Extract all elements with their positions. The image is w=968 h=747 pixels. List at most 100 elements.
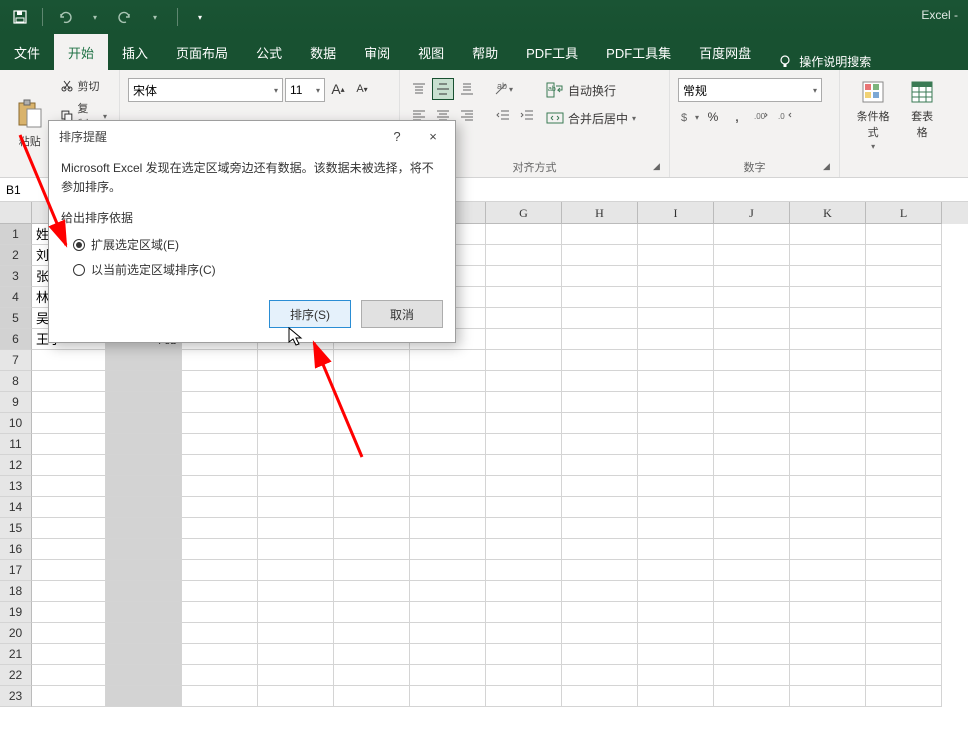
cell[interactable] — [638, 476, 714, 497]
undo-button[interactable] — [53, 5, 77, 29]
cell[interactable] — [562, 665, 638, 686]
cell[interactable] — [258, 455, 334, 476]
cell[interactable] — [866, 665, 942, 686]
cell[interactable] — [866, 287, 942, 308]
cut-button[interactable]: 剪切 — [56, 76, 111, 96]
column-header-J[interactable]: J — [714, 202, 790, 224]
merge-center-button[interactable]: 合并后居中 ▾ — [542, 106, 640, 130]
cell[interactable] — [486, 413, 562, 434]
cell[interactable] — [334, 539, 410, 560]
cell[interactable] — [866, 455, 942, 476]
cell[interactable] — [182, 539, 258, 560]
cell[interactable] — [32, 350, 106, 371]
cell[interactable] — [714, 287, 790, 308]
cell[interactable] — [714, 350, 790, 371]
cell[interactable] — [32, 686, 106, 707]
cell[interactable] — [562, 497, 638, 518]
cell[interactable] — [182, 623, 258, 644]
cell[interactable] — [562, 350, 638, 371]
cell[interactable] — [638, 308, 714, 329]
align-top-button[interactable] — [408, 78, 430, 100]
column-header-I[interactable]: I — [638, 202, 714, 224]
cell[interactable] — [866, 266, 942, 287]
cell[interactable] — [486, 245, 562, 266]
tab-data[interactable]: 数据 — [296, 34, 350, 70]
cell[interactable] — [866, 686, 942, 707]
cell[interactable] — [714, 224, 790, 245]
accounting-format-button[interactable]: $▾ — [678, 106, 700, 128]
cell[interactable] — [486, 329, 562, 350]
cell[interactable] — [258, 665, 334, 686]
number-format-select[interactable]: 常规▾ — [678, 78, 822, 102]
cell[interactable] — [334, 434, 410, 455]
tab-home[interactable]: 开始 — [54, 34, 108, 70]
cell[interactable] — [486, 392, 562, 413]
cell[interactable] — [106, 371, 182, 392]
cell[interactable] — [32, 560, 106, 581]
tab-insert[interactable]: 插入 — [108, 34, 162, 70]
cell[interactable] — [410, 497, 486, 518]
cell[interactable] — [562, 686, 638, 707]
cell[interactable] — [106, 476, 182, 497]
cell[interactable] — [410, 476, 486, 497]
cell[interactable] — [258, 392, 334, 413]
cell[interactable] — [562, 245, 638, 266]
cell[interactable] — [32, 581, 106, 602]
cell[interactable] — [182, 413, 258, 434]
cell[interactable] — [714, 518, 790, 539]
cell[interactable] — [714, 434, 790, 455]
cell[interactable] — [106, 413, 182, 434]
cell[interactable] — [714, 623, 790, 644]
cell[interactable] — [790, 455, 866, 476]
cell[interactable] — [410, 560, 486, 581]
tab-review[interactable]: 审阅 — [350, 34, 404, 70]
row-header[interactable]: 22 — [0, 665, 32, 686]
cell[interactable] — [410, 434, 486, 455]
cell[interactable] — [106, 455, 182, 476]
cell[interactable] — [638, 434, 714, 455]
cell[interactable] — [562, 602, 638, 623]
cell[interactable] — [866, 602, 942, 623]
cell[interactable] — [410, 539, 486, 560]
row-header[interactable]: 23 — [0, 686, 32, 707]
row-header[interactable]: 12 — [0, 455, 32, 476]
row-header[interactable]: 18 — [0, 581, 32, 602]
cell[interactable] — [866, 308, 942, 329]
cell[interactable] — [106, 497, 182, 518]
row-header[interactable]: 3 — [0, 266, 32, 287]
cell[interactable] — [486, 287, 562, 308]
cell[interactable] — [32, 497, 106, 518]
cell[interactable] — [790, 581, 866, 602]
orientation-button[interactable]: ab▾ — [492, 78, 514, 100]
cell[interactable] — [486, 434, 562, 455]
font-name-select[interactable]: 宋体▾ — [128, 78, 283, 102]
cell[interactable] — [486, 350, 562, 371]
cell[interactable] — [866, 518, 942, 539]
number-dialog-launcher[interactable]: ◢ — [823, 161, 835, 173]
font-size-select[interactable]: 11▾ — [285, 78, 325, 102]
cell[interactable] — [866, 644, 942, 665]
cell[interactable] — [790, 392, 866, 413]
cell[interactable] — [714, 266, 790, 287]
cell[interactable] — [714, 245, 790, 266]
cell[interactable] — [106, 623, 182, 644]
cell[interactable] — [182, 644, 258, 665]
cell[interactable] — [334, 476, 410, 497]
tab-help[interactable]: 帮助 — [458, 34, 512, 70]
align-middle-button[interactable] — [432, 78, 454, 100]
cell[interactable] — [714, 644, 790, 665]
cell[interactable] — [790, 686, 866, 707]
cell[interactable] — [486, 560, 562, 581]
cell[interactable] — [486, 686, 562, 707]
cell[interactable] — [866, 413, 942, 434]
cell[interactable] — [258, 581, 334, 602]
dialog-close-button[interactable]: × — [415, 122, 451, 150]
cell[interactable] — [258, 539, 334, 560]
cell[interactable] — [334, 644, 410, 665]
cell[interactable] — [106, 539, 182, 560]
cell[interactable] — [562, 644, 638, 665]
cell[interactable] — [562, 392, 638, 413]
cell[interactable] — [790, 539, 866, 560]
cell[interactable] — [714, 392, 790, 413]
cell[interactable] — [562, 455, 638, 476]
